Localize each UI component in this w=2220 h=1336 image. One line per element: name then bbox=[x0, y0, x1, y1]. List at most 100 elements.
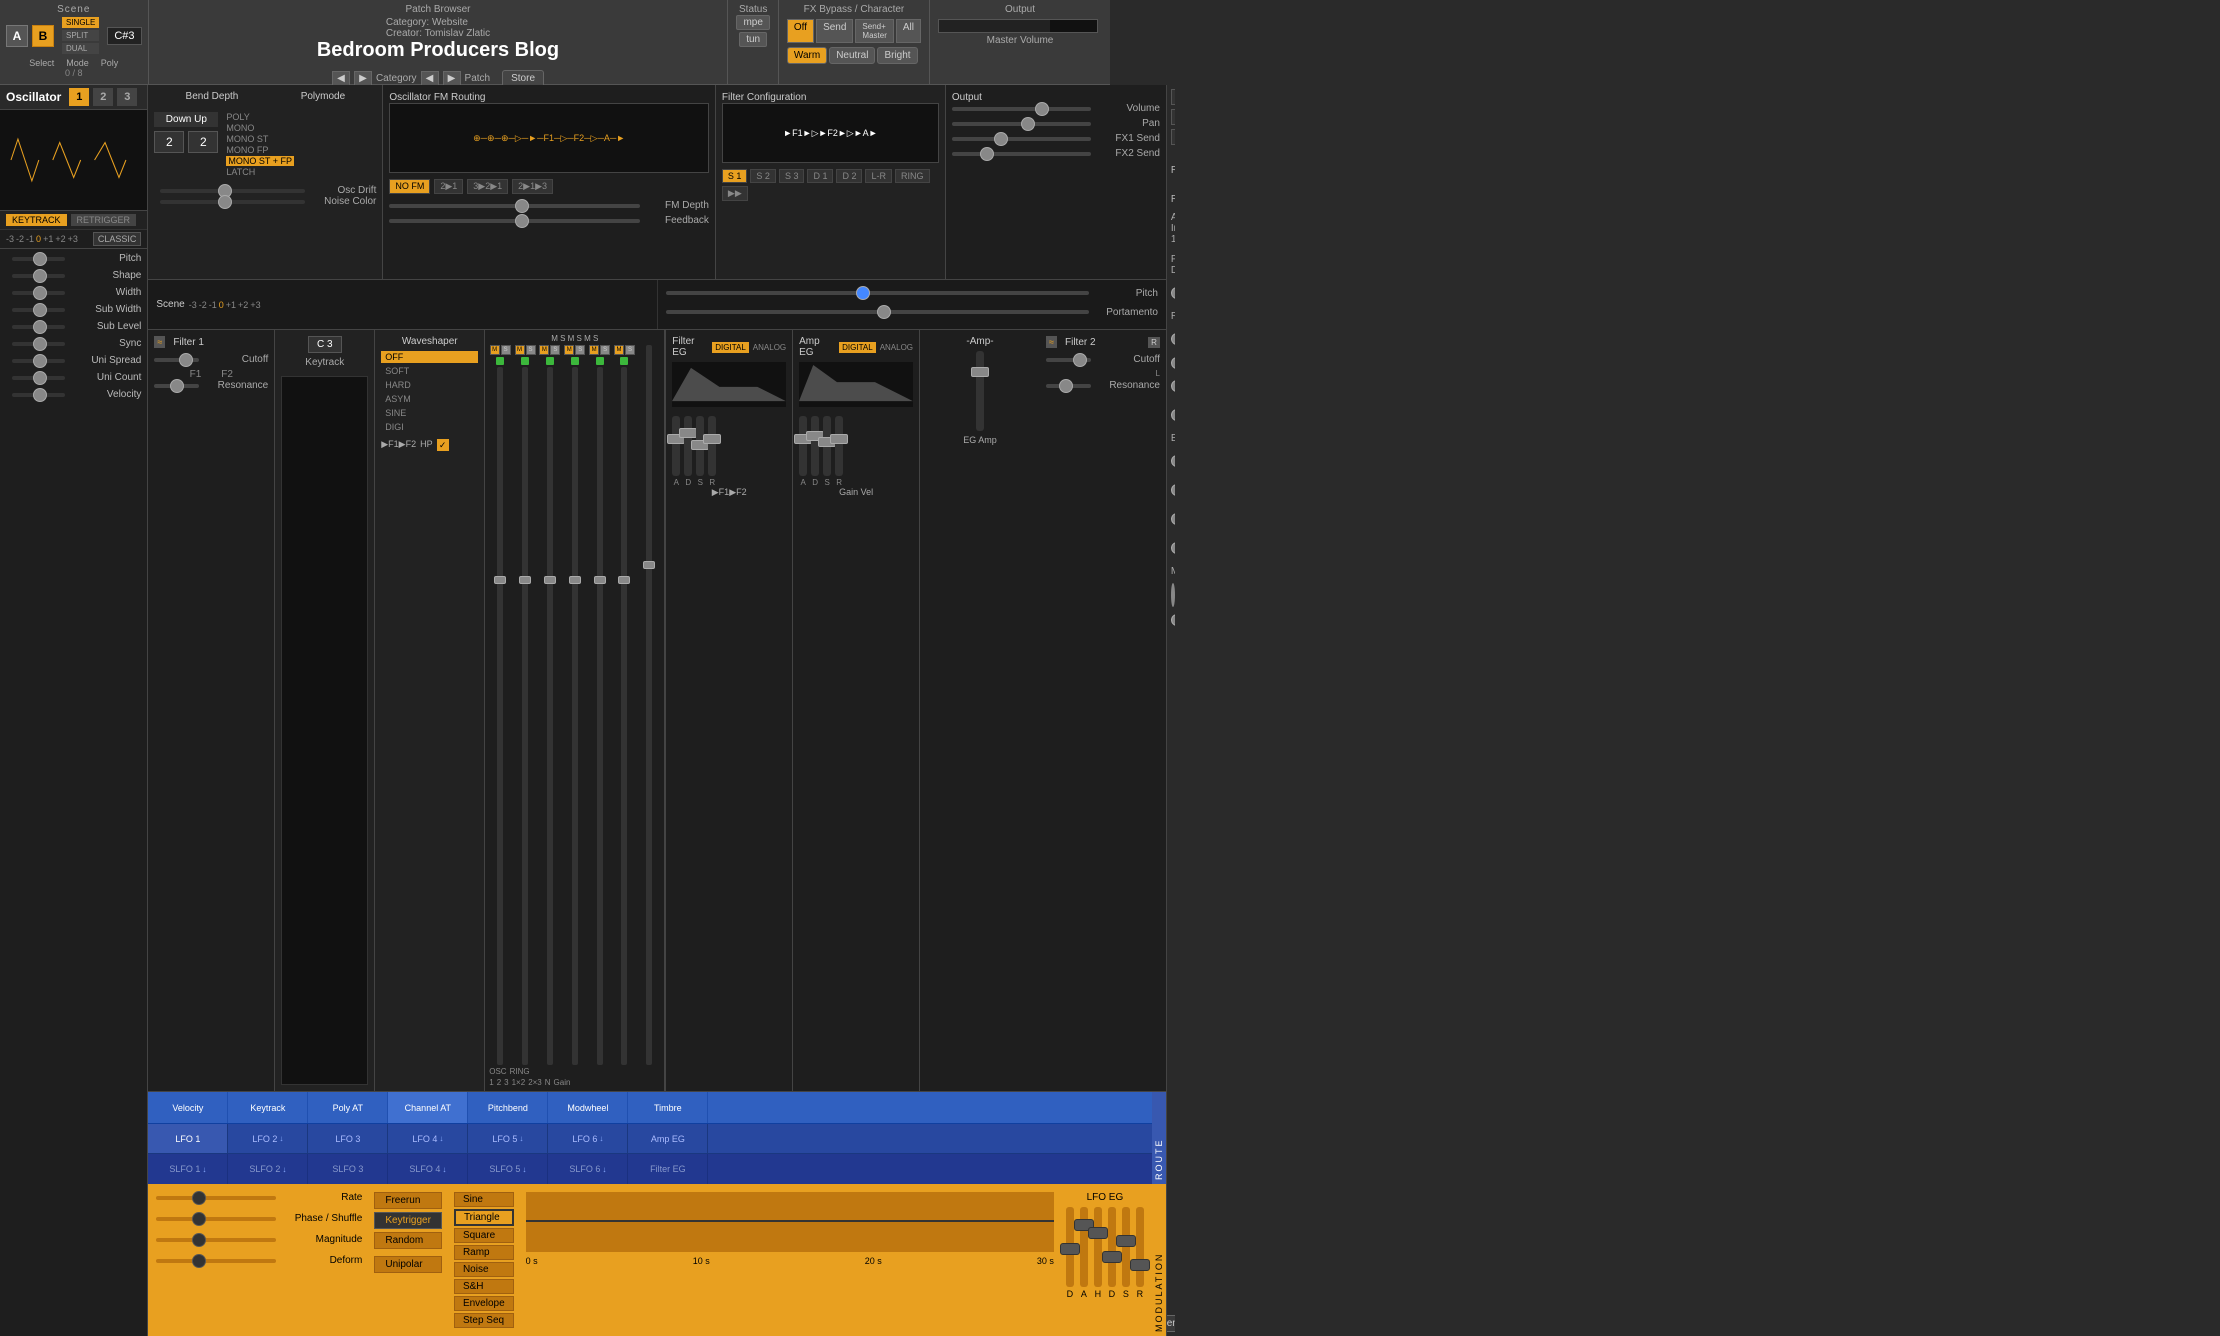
feedback-slider[interactable] bbox=[389, 219, 640, 223]
fader-n[interactable] bbox=[621, 367, 627, 1065]
filter1-resonance-thumb[interactable] bbox=[170, 379, 184, 393]
width-thumb[interactable] bbox=[33, 286, 47, 300]
scene-portamento-thumb[interactable] bbox=[877, 305, 891, 319]
master-vol-bar[interactable] bbox=[938, 19, 1098, 33]
fader-ch2[interactable] bbox=[522, 367, 528, 1065]
mod-modwheel[interactable]: Modwheel bbox=[548, 1092, 628, 1123]
magnitude-thumb[interactable] bbox=[192, 1233, 206, 1247]
mx-ch3-m[interactable]: M bbox=[539, 345, 549, 355]
sync-track[interactable] bbox=[12, 342, 65, 346]
fader-2x3[interactable] bbox=[597, 367, 603, 1065]
scene-pitch-track[interactable] bbox=[666, 291, 1089, 295]
sub-level-track[interactable] bbox=[12, 325, 65, 329]
uni-count-thumb[interactable] bbox=[33, 371, 47, 385]
mx-1x2-s[interactable]: S bbox=[575, 345, 585, 355]
mx-ch1-m[interactable]: M bbox=[490, 345, 500, 355]
fader-thumb-ch2[interactable] bbox=[519, 576, 531, 584]
filter-eg-r-thumb[interactable] bbox=[703, 434, 721, 444]
filter2-resonance-slider[interactable] bbox=[1046, 384, 1091, 388]
ws-sine[interactable]: SINE bbox=[381, 407, 478, 419]
bright-btn[interactable]: Bright bbox=[877, 47, 917, 64]
fx2-send-thumb[interactable] bbox=[980, 147, 994, 161]
fader-thumb-gain[interactable] bbox=[643, 561, 655, 569]
filter2-cutoff-thumb[interactable] bbox=[1073, 353, 1087, 367]
bend-val-2[interactable]: 2 bbox=[188, 131, 218, 153]
fader-ch1[interactable] bbox=[497, 367, 503, 1065]
wf-step-seq[interactable]: Step Seq bbox=[454, 1313, 514, 1328]
noise-color-thumb[interactable] bbox=[218, 195, 232, 209]
scene-pitch-thumb[interactable] bbox=[856, 286, 870, 300]
filter1-resonance-slider[interactable] bbox=[154, 384, 199, 388]
pan-thumb[interactable] bbox=[1021, 117, 1035, 131]
sub-level-thumb[interactable] bbox=[33, 320, 47, 334]
fader-thumb-2x3[interactable] bbox=[594, 576, 606, 584]
wf-envelope[interactable]: Envelope bbox=[454, 1296, 514, 1311]
ws-checkbox[interactable]: ✓ bbox=[437, 439, 449, 451]
keytrack-btn[interactable]: KEYTRACK bbox=[6, 214, 67, 226]
sub-width-thumb[interactable] bbox=[33, 303, 47, 317]
filter2-cutoff-slider[interactable] bbox=[1046, 358, 1091, 362]
velocity-track[interactable] bbox=[12, 393, 65, 397]
velocity-thumb[interactable] bbox=[33, 388, 47, 402]
mod-timbre[interactable]: Timbre bbox=[628, 1092, 708, 1123]
amp-eg-item[interactable]: Amp EG bbox=[628, 1124, 708, 1153]
lfo-unipolar[interactable]: Unipolar bbox=[374, 1256, 442, 1273]
wf-square[interactable]: Square bbox=[454, 1228, 514, 1243]
lfo-keytrigger[interactable]: Keytrigger bbox=[374, 1212, 442, 1229]
lfo-eg-r-track[interactable] bbox=[1136, 1207, 1144, 1287]
fc-s2[interactable]: S 2 bbox=[750, 169, 776, 183]
mod-poly-at[interactable]: Poly AT bbox=[308, 1092, 388, 1123]
fm-depth-thumb[interactable] bbox=[515, 199, 529, 213]
mix-knob[interactable] bbox=[1171, 583, 1175, 607]
amp-eg-r-thumb[interactable] bbox=[830, 434, 848, 444]
lfo6-item[interactable]: LFO 6 ↓ bbox=[548, 1124, 628, 1153]
osc-num-3[interactable]: 3 bbox=[117, 88, 137, 106]
mode-single[interactable]: SINGLE bbox=[62, 17, 99, 28]
band1-gain-thumb[interactable] bbox=[1171, 513, 1175, 525]
wf-sine[interactable]: Sine bbox=[454, 1192, 514, 1207]
fader-gain[interactable] bbox=[646, 345, 652, 1065]
ws-route-hp[interactable]: HP bbox=[420, 439, 433, 451]
mx-n-s[interactable]: S bbox=[625, 345, 635, 355]
filter-eg-d-thumb[interactable] bbox=[679, 428, 697, 438]
amp-main-thumb[interactable] bbox=[971, 367, 989, 377]
lfo-eg-d2-track[interactable] bbox=[1108, 1207, 1116, 1287]
fader-thumb-1x2[interactable] bbox=[569, 576, 581, 584]
fm-2-1-3[interactable]: 2▶1▶3 bbox=[512, 179, 553, 194]
poly-mode-mono-st[interactable]: MONO ST bbox=[226, 134, 294, 144]
fc-ring[interactable]: RING bbox=[895, 169, 930, 183]
slfo1-item[interactable]: SLFO 1 ↓ bbox=[148, 1154, 228, 1184]
fx1-send-slider[interactable] bbox=[952, 137, 1091, 141]
width-thumb[interactable] bbox=[1171, 614, 1175, 626]
filter1-cutoff-slider[interactable] bbox=[154, 358, 199, 362]
slfo5-item[interactable]: SLFO 5 ↓ bbox=[468, 1154, 548, 1184]
lfo-eg-a-track[interactable] bbox=[1080, 1207, 1088, 1287]
status-mpe[interactable]: mpe bbox=[736, 15, 769, 30]
lfo2-item[interactable]: LFO 2 ↓ bbox=[228, 1124, 308, 1153]
sub-width-track[interactable] bbox=[12, 308, 65, 312]
slfo3-item[interactable]: SLFO 3 bbox=[308, 1154, 388, 1184]
lfo-eg-d1-thumb[interactable] bbox=[1060, 1243, 1080, 1255]
mod-channel-at[interactable]: Channel AT bbox=[388, 1092, 468, 1123]
fc-s1[interactable]: S 1 bbox=[722, 169, 748, 183]
fader-1x2[interactable] bbox=[572, 367, 578, 1065]
mode-dual[interactable]: DUAL bbox=[62, 43, 99, 54]
ws-digi[interactable]: DIGI bbox=[381, 421, 478, 433]
fader-thumb-ch1[interactable] bbox=[494, 576, 506, 584]
mx-n-m[interactable]: M bbox=[614, 345, 624, 355]
mx-1x2-m[interactable]: M bbox=[564, 345, 574, 355]
osc-num-2[interactable]: 2 bbox=[93, 88, 113, 106]
amp-eg-r-track[interactable] bbox=[835, 416, 843, 476]
hf-damp-thumb[interactable] bbox=[1171, 409, 1175, 421]
fc-s3[interactable]: S 3 bbox=[779, 169, 805, 183]
fc-d2[interactable]: D 2 bbox=[836, 169, 862, 183]
rate-thumb[interactable] bbox=[192, 1191, 206, 1205]
fm-no-fm[interactable]: NO FM bbox=[389, 179, 430, 194]
amp-eg-s-track[interactable] bbox=[823, 416, 831, 476]
rate-track[interactable] bbox=[156, 1196, 276, 1200]
filter2-resonance-thumb[interactable] bbox=[1059, 379, 1073, 393]
btn-b[interactable]: B bbox=[32, 25, 54, 47]
filter-eg-s-track[interactable] bbox=[696, 416, 704, 476]
fc-d1[interactable]: D 1 bbox=[807, 169, 833, 183]
fm-depth-slider[interactable] bbox=[389, 204, 640, 208]
